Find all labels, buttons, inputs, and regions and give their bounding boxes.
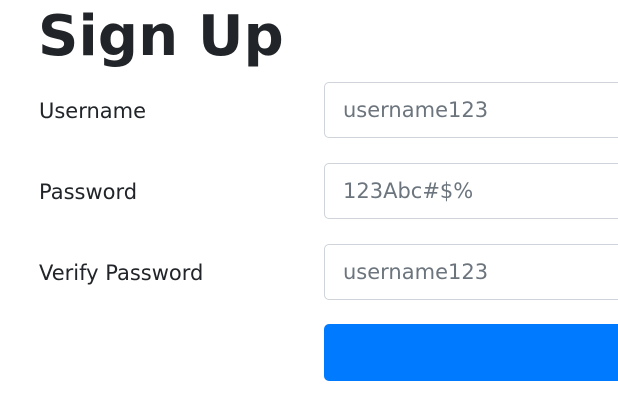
password-label: Password [39, 180, 138, 204]
password-input[interactable] [324, 163, 618, 219]
username-input[interactable] [324, 82, 618, 138]
page-title: Sign Up [38, 4, 284, 69]
signup-submit-button[interactable] [324, 324, 618, 381]
signup-page: Sign Up Username Password Verify Passwor… [0, 0, 618, 411]
verify-password-label: Verify Password [39, 261, 204, 285]
verify-password-input[interactable] [324, 244, 618, 300]
username-label: Username [39, 99, 147, 123]
